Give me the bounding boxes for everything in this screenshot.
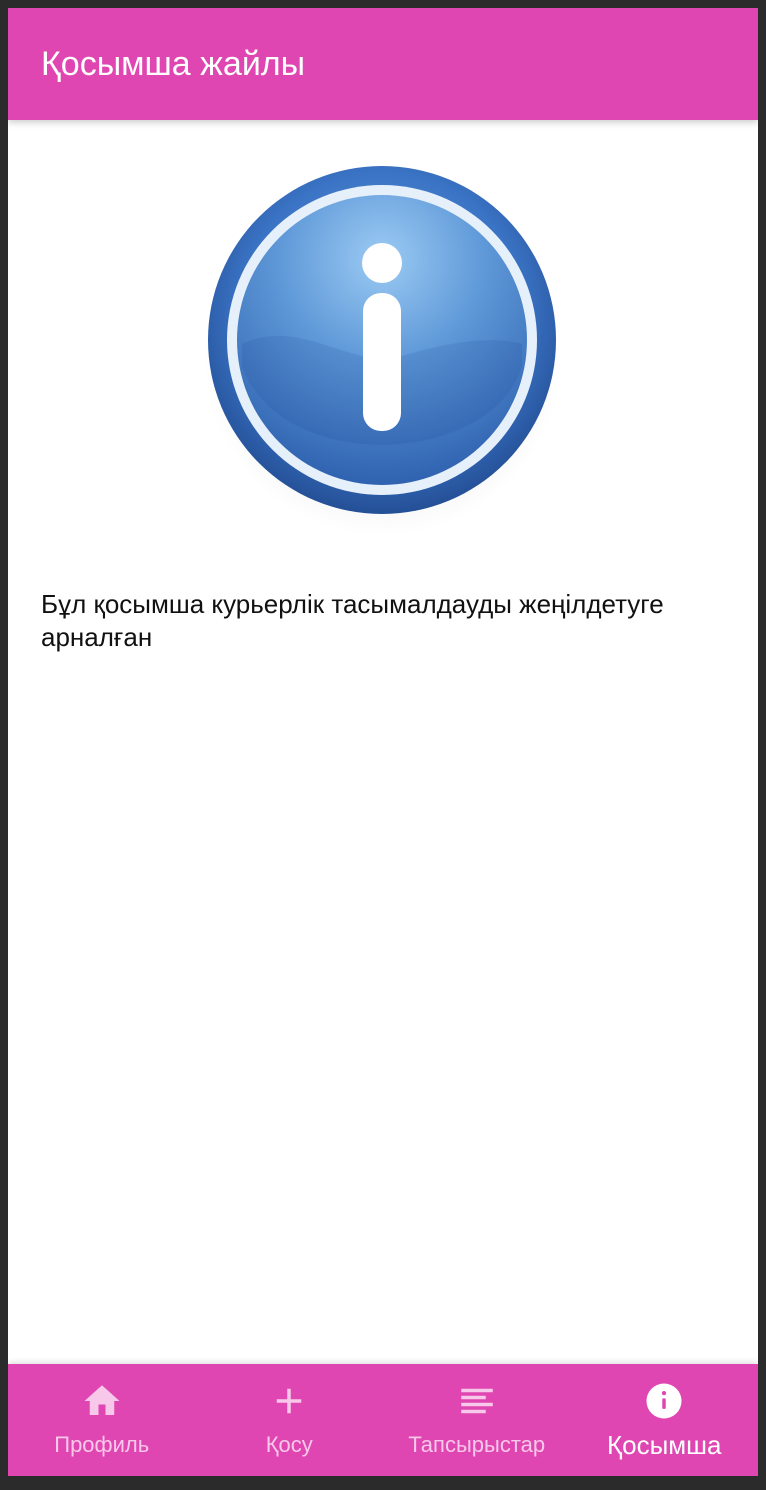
about-content: Бұл қосымша курьерлік тасымалдауды жеңіл… — [8, 120, 758, 1364]
nav-label-about: Қосымша — [607, 1430, 722, 1460]
nav-label-profile: Профиль — [54, 1432, 150, 1457]
page-title: Қосымша жайлы — [41, 45, 306, 83]
nav-item-profile[interactable]: Профиль — [8, 1364, 196, 1476]
home-icon — [81, 1380, 123, 1422]
nav-item-orders[interactable]: Тапсырыстар — [383, 1364, 571, 1476]
app-description: Бұл қосымша курьерлік тасымалдауды жеңіл… — [41, 589, 664, 652]
nav-label-orders: Тапсырыстар — [408, 1432, 546, 1457]
app-screen: Қосымша жайлы Бұл қосымша курьерлік тасы… — [8, 8, 758, 1476]
plus-icon — [268, 1380, 310, 1422]
nav-label-add: Қосу — [265, 1432, 313, 1457]
info-icon — [643, 1380, 685, 1422]
nav-item-add[interactable]: Қосу — [196, 1364, 384, 1476]
nav-item-about[interactable]: Қосымша — [571, 1364, 759, 1476]
info-icon — [203, 166, 563, 536]
bottom-navigation: Профиль Қосу Тапсырыстар Қосымша — [8, 1364, 758, 1476]
app-bar: Қосымша жайлы — [8, 8, 758, 120]
list-icon — [456, 1380, 498, 1422]
